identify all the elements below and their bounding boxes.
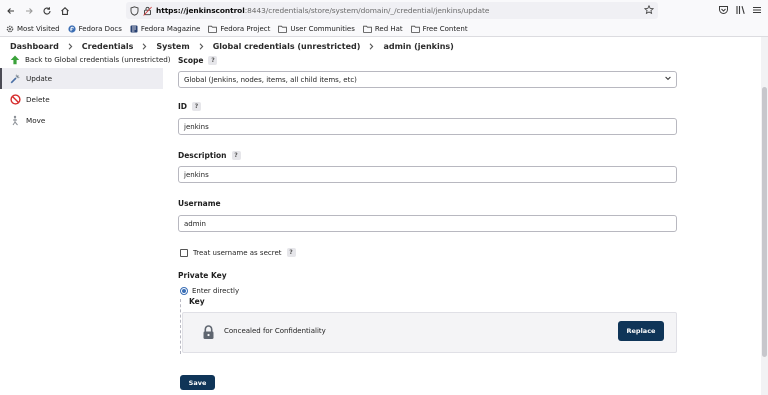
scope-select[interactable]: Global (Jenkins, nodes, items, all child… [178, 71, 677, 88]
breadcrumb-admin-jenkins[interactable]: admin (jenkins) [383, 42, 453, 51]
bookmark-label: Fedora Docs [78, 24, 122, 33]
treat-username-secret-label: Treat username as secret [193, 248, 282, 257]
sidebar-item-label: Back to Global credentials (unrestricted… [25, 55, 171, 64]
bookmark-red-hat[interactable]: Red Hat [363, 25, 403, 33]
concealed-key-panel: Concealed for Confidentiality [182, 312, 677, 353]
sidebar-item-label: Move [26, 116, 46, 125]
bookmark-label: Fedora Project [220, 24, 271, 33]
username-input-value: admin [184, 219, 206, 228]
bookmark-free-content[interactable]: Free Content [410, 24, 468, 33]
shield-icon[interactable] [130, 5, 139, 16]
bookmarks-bar: Most Visited Fedora Docs Fedora Magazine… [0, 21, 768, 37]
pocket-icon[interactable] [716, 3, 730, 17]
chevron-right-icon [68, 42, 73, 50]
magazine-icon [130, 25, 138, 33]
back-arrow-icon[interactable] [2, 2, 20, 20]
url-path: :8443/credentials/store/system/domain/_/… [244, 6, 490, 15]
browser-toolbar: https://jenkinscontrol:8443/credentials/… [0, 0, 768, 21]
url-host: https://jenkinscontrol [156, 6, 245, 15]
username-label-text: Username [178, 199, 221, 208]
description-input-value: jenkins [184, 170, 209, 179]
url-bar[interactable]: https://jenkinscontrol:8443/credentials/… [126, 2, 658, 19]
id-input-value: jenkins [184, 122, 209, 131]
no-entry-icon [10, 94, 21, 105]
bookmark-label: Red Hat [374, 24, 403, 33]
menu-icon[interactable] [750, 3, 764, 17]
lock-warning-icon[interactable] [143, 6, 152, 16]
breadcrumb-credentials[interactable]: Credentials [82, 42, 134, 51]
bookmark-user-communities[interactable]: User Communities [278, 24, 355, 33]
id-label: ID ? [178, 102, 202, 111]
private-key-label-text: Private Key [178, 271, 227, 280]
scope-label: Scope ? [178, 56, 218, 65]
treat-username-secret-checkbox[interactable] [180, 248, 188, 257]
sidebar-item-move[interactable]: Move [0, 110, 163, 131]
folder-icon [363, 25, 372, 33]
chevron-right-icon [142, 42, 147, 50]
chevron-right-icon [199, 42, 204, 50]
enter-directly-radio[interactable] [180, 287, 188, 295]
breadcrumb-global-credentials[interactable]: Global credentials (unrestricted) [213, 42, 361, 51]
bookmark-label: Fedora Magazine [140, 24, 201, 33]
page-scrollbar[interactable] [761, 37, 768, 395]
url-text: https://jenkinscontrol:8443/credentials/… [156, 6, 489, 15]
breadcrumb-dashboard[interactable]: Dashboard [10, 42, 59, 51]
username-input[interactable]: admin [178, 215, 677, 232]
reload-icon[interactable] [38, 2, 56, 20]
sidebar-item-back[interactable]: Back to Global credentials (unrestricted… [0, 51, 171, 68]
sidebar-item-label: Delete [26, 95, 50, 104]
sidebar-item-label: Update [26, 74, 53, 83]
key-label: Key [189, 297, 205, 306]
side-panel: Back to Global credentials (unrestricted… [0, 51, 171, 395]
up-arrow-icon [10, 54, 20, 65]
breadcrumb-system[interactable]: System [156, 42, 189, 51]
sidebar-item-delete[interactable]: Delete [0, 89, 163, 110]
scrollbar-thumb[interactable] [762, 87, 767, 357]
bookmark-label: User Communities [290, 24, 355, 33]
sidebar-item-update[interactable]: Update [0, 68, 163, 89]
library-icon[interactable] [733, 3, 747, 17]
folder-icon [410, 25, 420, 33]
move-icon [10, 115, 21, 126]
lock-icon [202, 325, 215, 344]
help-icon[interactable]: ? [286, 248, 296, 257]
forward-arrow-icon[interactable] [20, 2, 38, 20]
save-button[interactable]: Save [180, 375, 215, 390]
folder-icon [278, 25, 288, 33]
description-input[interactable]: jenkins [178, 166, 677, 183]
replace-button[interactable]: Replace [618, 321, 664, 341]
scope-label-text: Scope [178, 56, 204, 65]
username-label: Username [178, 199, 221, 208]
gear-icon [6, 25, 14, 33]
key-label-text: Key [189, 297, 205, 306]
bookmark-fedora-docs[interactable]: Fedora Docs [68, 25, 122, 33]
bookmark-label: Free Content [422, 24, 468, 33]
enter-directly-row: Enter directly [180, 287, 239, 295]
id-input[interactable]: jenkins [178, 118, 677, 135]
folder-icon [208, 25, 218, 33]
section-divider [180, 299, 181, 354]
bookmark-fedora-project[interactable]: Fedora Project [208, 25, 270, 33]
private-key-label: Private Key [178, 271, 227, 280]
treat-username-secret-row: Treat username as secret ? [180, 248, 296, 257]
help-icon[interactable]: ? [231, 151, 241, 160]
scope-select-value: Global (Jenkins, nodes, items, all child… [184, 75, 357, 84]
wrench-icon [10, 73, 21, 84]
chevron-down-icon [665, 76, 671, 83]
help-icon[interactable]: ? [208, 56, 218, 65]
help-icon[interactable]: ? [192, 102, 202, 111]
bookmark-label: Most Visited [17, 24, 60, 33]
home-icon[interactable] [56, 2, 74, 20]
fedora-icon [68, 24, 76, 33]
bookmark-fedora-magazine[interactable]: Fedora Magazine [130, 24, 201, 33]
chevron-right-icon [369, 42, 374, 50]
description-label-text: Description [178, 151, 227, 160]
description-label: Description ? [178, 151, 241, 160]
id-label-text: ID [178, 102, 188, 111]
bookmark-most-visited[interactable]: Most Visited [6, 25, 60, 33]
bookmark-star-icon[interactable] [644, 5, 654, 15]
enter-directly-label: Enter directly [192, 287, 240, 295]
concealed-text: Concealed for Confidentiality [224, 327, 326, 335]
